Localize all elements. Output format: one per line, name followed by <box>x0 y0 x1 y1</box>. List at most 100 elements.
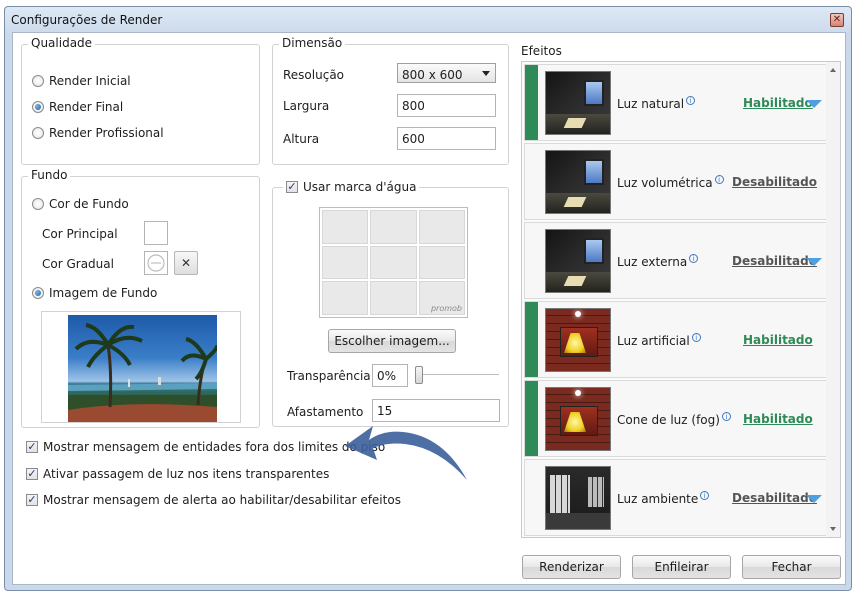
radio-render-profissional[interactable]: Render Profissional <box>32 126 164 140</box>
dimensao-group: Dimensão Resolução 800 x 600 Largura 800… <box>272 36 509 165</box>
dialog-body: Qualidade Render Inicial Render Final Re… <box>12 32 846 585</box>
radio-render-inicial-label: Render Inicial <box>49 74 131 88</box>
watermark-position-grid[interactable] <box>322 210 465 315</box>
transparencia-input[interactable]: 0% <box>372 364 408 387</box>
window-title: Configurações de Render <box>11 13 163 27</box>
effect-name: Luz ambiente i <box>617 491 710 506</box>
cor-gradual-swatch[interactable] <box>144 251 168 275</box>
effect-status-toggle[interactable]: Desabilitado <box>732 254 817 268</box>
brick-light-thumbnail-icon <box>545 308 611 372</box>
effect-status-bar <box>525 144 538 219</box>
effect-name: Luz natural i <box>617 96 696 111</box>
watermark-checkbox-indicator: ✓ <box>286 180 298 193</box>
option-ativar-passagem-luz-label: Ativar passagem de luz nos itens transpa… <box>43 467 330 481</box>
clear-color-button[interactable]: ✕ <box>174 251 198 275</box>
effect-status-toggle[interactable]: Habilitado <box>743 96 813 110</box>
largura-input[interactable]: 800 <box>397 94 496 117</box>
effect-status-toggle[interactable]: Habilitado <box>743 412 813 426</box>
effect-cone-de-luz[interactable]: Cone de luz (fog) i Habilitado <box>524 380 829 457</box>
annotation-arrow-icon <box>345 426 467 480</box>
effect-status-toggle[interactable]: Desabilitado <box>732 491 817 505</box>
effect-status-toggle[interactable]: Desabilitado <box>732 175 817 189</box>
option-mostrar-mensagem-entidades-label: Mostrar mensagem de entidades fora dos l… <box>43 440 386 454</box>
enfileirar-button[interactable]: Enfileirar <box>632 555 731 579</box>
choose-image-button[interactable]: Escolher imagem... <box>328 329 456 353</box>
resolucao-select-value: 800 x 600 <box>402 68 463 82</box>
effect-luz-ambiente[interactable]: Luz ambiente i Desabilitado <box>524 459 829 536</box>
option-mostrar-mensagem-entidades-indicator: ✓ <box>26 440 38 453</box>
info-icon[interactable]: i <box>686 96 696 105</box>
option-mostrar-alerta[interactable]: ✓ Mostrar mensagem de alerta ao habilita… <box>26 493 401 507</box>
fechar-button[interactable]: Fechar <box>742 555 841 579</box>
effect-luz-volumetrica[interactable]: Luz volumétrica i Desabilitado <box>524 143 829 220</box>
radio-cor-de-fundo-label: Cor de Fundo <box>49 197 129 211</box>
render-settings-dialog: Configurações de Render ✕ Qualidade Rend… <box>4 6 852 591</box>
chevron-down-icon <box>482 71 490 76</box>
watermark-cell[interactable] <box>322 210 369 244</box>
dimensao-title: Dimensão <box>279 36 346 50</box>
effect-luz-externa[interactable]: Luz externa i Desabilitado <box>524 222 829 299</box>
resolucao-select[interactable]: 800 x 600 <box>397 63 496 83</box>
transparencia-slider-track[interactable] <box>415 374 499 376</box>
option-mostrar-alerta-label: Mostrar mensagem de alerta ao habilitar/… <box>43 493 401 507</box>
watermark-preview: promob <box>319 207 468 318</box>
option-ativar-passagem-luz[interactable]: ✓ Ativar passagem de luz nos itens trans… <box>26 467 329 481</box>
effect-status-bar <box>525 460 538 535</box>
renderizar-button[interactable]: Renderizar <box>522 555 621 579</box>
watermark-cell[interactable] <box>370 210 417 244</box>
watermark-checkbox-label: Usar marca d'água <box>303 180 417 194</box>
watermark-checkbox[interactable]: ✓ Usar marca d'água <box>283 180 420 194</box>
radio-render-inicial[interactable]: Render Inicial <box>32 74 131 88</box>
cor-principal-swatch[interactable] <box>144 221 168 245</box>
transparencia-slider-thumb[interactable] <box>415 366 423 384</box>
watermark-cell[interactable] <box>418 210 465 244</box>
option-mostrar-mensagem-entidades[interactable]: ✓ Mostrar mensagem de entidades fora dos… <box>26 440 385 454</box>
watermark-cell[interactable] <box>370 245 417 280</box>
qualidade-title: Qualidade <box>28 36 96 50</box>
cor-gradual-label: Cor Gradual <box>42 257 114 271</box>
transparencia-label: Transparência <box>287 369 371 383</box>
info-icon[interactable]: i <box>691 333 701 342</box>
info-icon[interactable]: i <box>721 412 731 421</box>
radio-imagem-de-fundo[interactable]: Imagem de Fundo <box>32 286 157 300</box>
triangle-down-icon[interactable] <box>806 258 822 266</box>
background-image-preview[interactable] <box>41 311 241 423</box>
room-thumbnail-icon <box>545 229 611 293</box>
altura-input[interactable]: 600 <box>397 127 496 150</box>
radio-cor-de-fundo-indicator <box>32 198 44 210</box>
radio-render-final[interactable]: Render Final <box>32 100 123 114</box>
radio-render-final-label: Render Final <box>49 100 124 114</box>
title-bar: Configurações de Render ✕ <box>5 7 851 33</box>
watermark-cell[interactable] <box>418 245 465 280</box>
watermark-cell[interactable] <box>322 281 369 315</box>
efeitos-title: Efeitos <box>521 44 562 58</box>
empty-color-icon <box>147 254 165 272</box>
fundo-title: Fundo <box>28 168 71 182</box>
triangle-down-icon[interactable] <box>806 495 822 503</box>
info-icon[interactable]: i <box>689 254 699 263</box>
scroll-up-arrow-icon[interactable] <box>830 68 836 72</box>
watermark-cell[interactable] <box>370 281 417 315</box>
cor-principal-label: Cor Principal <box>42 227 118 241</box>
effect-name: Luz artificial i <box>617 333 701 348</box>
altura-label: Altura <box>283 132 320 146</box>
radio-render-final-indicator <box>32 101 44 113</box>
info-icon[interactable]: i <box>714 175 724 184</box>
resolucao-label: Resolução <box>283 68 345 82</box>
close-icon[interactable]: ✕ <box>830 13 844 27</box>
radio-cor-de-fundo[interactable]: Cor de Fundo <box>32 197 129 211</box>
hall-thumbnail-icon <box>545 466 611 530</box>
scroll-down-arrow-icon[interactable] <box>830 527 836 531</box>
watermark-cell[interactable] <box>322 245 369 280</box>
info-icon[interactable]: i <box>700 491 710 500</box>
triangle-down-icon[interactable] <box>806 100 822 108</box>
effect-status-toggle[interactable]: Habilitado <box>743 333 813 347</box>
radio-imagem-de-fundo-indicator <box>32 287 44 299</box>
brick-light-thumbnail-icon <box>545 387 611 451</box>
effects-scrollbar[interactable] <box>826 62 840 537</box>
effect-status-bar <box>525 65 538 140</box>
effect-status-bar <box>525 223 538 298</box>
effect-luz-natural[interactable]: Luz natural i Habilitado <box>524 64 829 141</box>
effect-luz-artificial[interactable]: Luz artificial i Habilitado <box>524 301 829 378</box>
beach-photo <box>68 315 217 422</box>
